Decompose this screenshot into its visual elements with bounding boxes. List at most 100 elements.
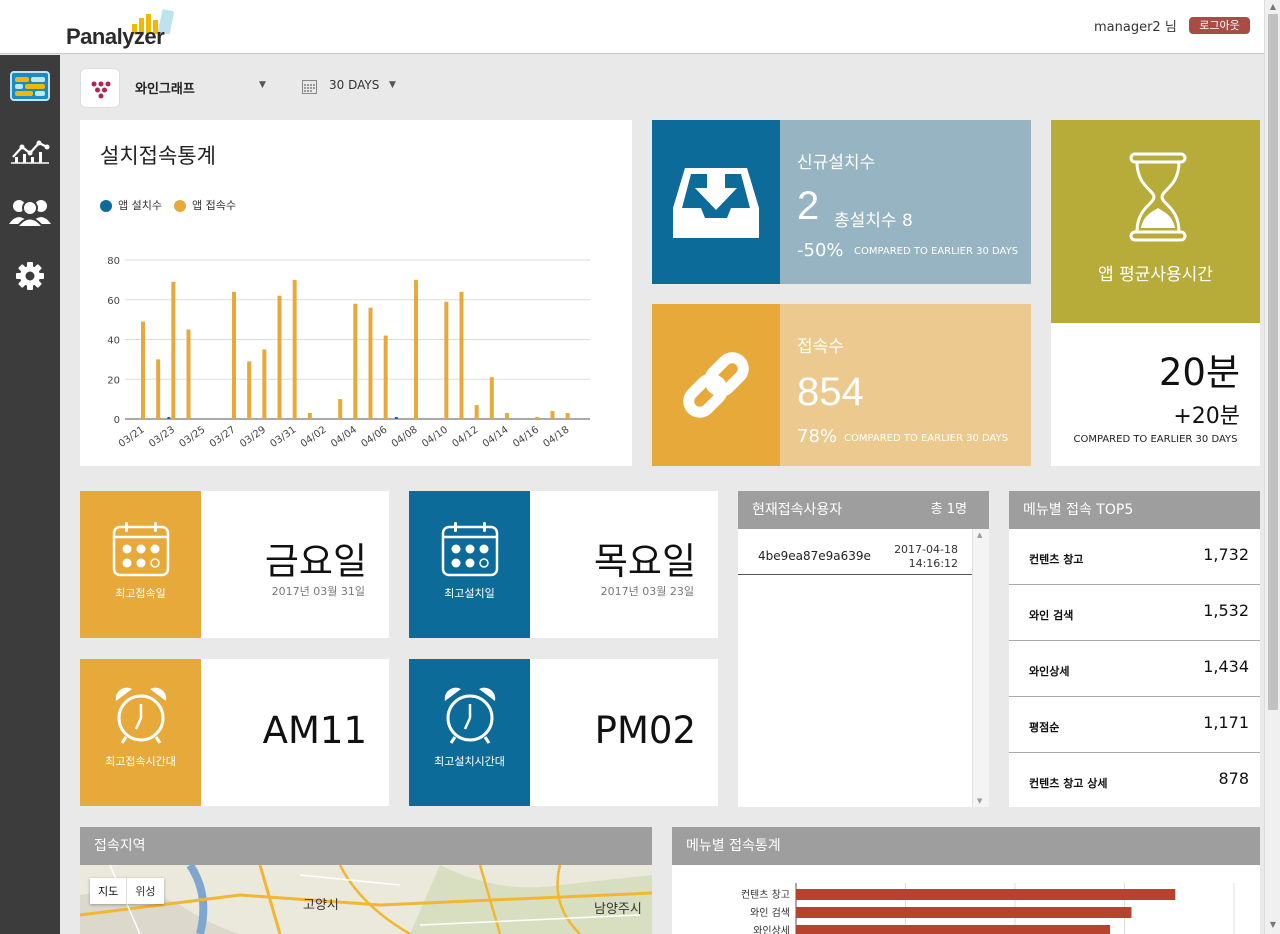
chart-icon	[11, 140, 50, 164]
menu-count: 1,532	[1203, 601, 1249, 620]
menu-count: 878	[1218, 769, 1249, 788]
scroll-down-icon[interactable]: ▼	[977, 797, 982, 805]
chart-bar	[167, 417, 171, 419]
date-range-select[interactable]: 30 DAYS	[329, 78, 379, 92]
user-id: 4be9ea87e9a639e	[758, 549, 871, 563]
app-select-arrow-icon[interactable]: ▼	[259, 80, 266, 90]
best-install-day-value: 목요일	[593, 540, 696, 583]
panalyzer-logo[interactable]: Panalyzer	[66, 6, 186, 49]
sidebar-item-dashboard[interactable]	[0, 55, 60, 117]
chart-bar	[247, 361, 252, 419]
best-visit-day-label: 최고접속일	[115, 587, 166, 600]
map-type-toggle: 지도 위성	[90, 878, 164, 904]
chart-bar	[368, 307, 373, 419]
new-installs-icon-box	[652, 120, 780, 284]
gear-icon	[16, 262, 44, 290]
best-install-day-icon-box: 최고설치일	[409, 491, 530, 638]
scroll-down-icon[interactable]: ▼	[1268, 920, 1278, 930]
sidebar-item-users[interactable]	[0, 181, 60, 243]
chart-bar	[505, 413, 509, 419]
best-install-hour-value: PM02	[594, 709, 696, 752]
best-install-day-date: 2017년 03월 23일	[600, 585, 694, 598]
chart-bar	[171, 281, 176, 419]
avg-usage-time-title: 앱 평균사용시간	[1098, 265, 1213, 285]
app-select[interactable]: 와인그래프	[135, 78, 195, 97]
x-tick-label: 04/04	[329, 424, 359, 450]
map-tab-map[interactable]: 지도	[90, 878, 128, 904]
calendar-dots-icon	[441, 522, 499, 577]
chart-bar	[307, 413, 312, 419]
visits-pct: 78%	[797, 426, 838, 447]
menu-count: 1,732	[1203, 545, 1249, 564]
table-row[interactable]: 4be9ea87e9a639e 2017-04-18 14:16:12	[738, 529, 972, 575]
alarm-clock-icon	[115, 687, 167, 744]
logout-button[interactable]: 로그아웃	[1189, 17, 1250, 34]
list-item[interactable]: 평점순 1,171	[1009, 697, 1260, 753]
x-tick-label: 03/23	[147, 424, 177, 450]
access-region-panel: 접속지역 지도 위성 고양시 남양주시	[80, 827, 652, 934]
best-visit-day-card: 최고접속일 금요일 2017년 03월 31일	[80, 491, 389, 638]
chart-bar	[459, 291, 464, 419]
total-installs: 총설치수 8	[834, 211, 913, 231]
menu-top5-panel: 메뉴별 접속 TOP5 컨텐츠 창고 1,732 와인 검색 1,532 와인상…	[1009, 491, 1260, 807]
x-tick-label: 04/12	[450, 424, 480, 450]
y-tick-label: 80	[107, 256, 120, 267]
best-visit-hour-icon-box: 최고접속시간대	[80, 659, 201, 806]
visits-value: 854	[797, 370, 864, 414]
download-tray-icon	[673, 168, 759, 238]
list-item[interactable]: 와인상세 1,434	[1009, 641, 1260, 697]
chart-bar	[535, 417, 540, 419]
app-icon[interactable]	[80, 68, 120, 108]
install-visit-bar-chart: 02040608003/21 03/23 03/25 03/27 03/29 03/31 0…	[107, 256, 590, 450]
list-item[interactable]: 와인 검색 1,532	[1009, 585, 1260, 641]
visits-info: 접속수 854 78% COMPARED TO EARLIER 30 DAYS	[780, 304, 1031, 466]
new-installs-title: 신규설치수	[797, 153, 876, 173]
chart-bar	[232, 291, 236, 419]
new-installs-value: 2	[797, 184, 820, 228]
menu-bar-label: 컨텐츠 창고	[741, 889, 790, 901]
scroll-up-icon[interactable]: ▲	[977, 531, 982, 539]
x-tick-label: 04/06	[359, 424, 389, 450]
date-range-arrow-icon[interactable]: ▼	[389, 80, 396, 90]
chart-bar	[186, 329, 191, 419]
list-item[interactable]: 컨텐츠 창고 1,732	[1009, 529, 1260, 585]
x-tick-label: 04/18	[541, 424, 571, 450]
region-map[interactable]: 지도 위성 고양시 남양주시	[80, 865, 652, 934]
x-tick-label: 04/10	[420, 424, 450, 450]
sidebar	[0, 55, 60, 934]
chart-bar	[338, 399, 343, 419]
y-tick-label: 40	[107, 336, 120, 347]
page-scrollbar[interactable]: ▲ ▼	[1264, 0, 1280, 934]
best-visit-day-date: 2017년 03월 31일	[271, 585, 365, 598]
user-name: manager2 님	[1094, 20, 1177, 35]
sidebar-item-settings[interactable]	[0, 245, 60, 307]
current-users-count: 총 1명	[930, 502, 967, 517]
menu-bar	[796, 925, 1111, 934]
menu-bar-label: 와인 검색	[750, 907, 790, 919]
user-access-clock: 14:16:12	[908, 557, 958, 570]
calendar-icon[interactable]	[302, 79, 317, 94]
avg-usage-time-compare: COMPARED TO EARLIER 30 DAYS	[1073, 434, 1238, 445]
y-tick-label: 0	[114, 415, 120, 426]
menu-name: 와인 검색	[1029, 609, 1074, 622]
chart-bar	[565, 413, 570, 419]
chart-bar	[444, 301, 449, 419]
visits-title: 접속수	[797, 337, 844, 357]
current-users-scrollbar[interactable]: ▲ ▼	[972, 529, 989, 807]
x-tick-label: 03/25	[177, 424, 207, 450]
best-visit-hour-value: AM11	[262, 709, 367, 752]
new-installs-card: 신규설치수 2 총설치수 8 -50% COMPARED TO EARLIER …	[652, 120, 1031, 284]
x-tick-label: 04/08	[390, 424, 420, 450]
menu-stats-title: 메뉴별 접속통계	[672, 827, 1260, 865]
chart-bar	[550, 411, 555, 419]
new-installs-pct: -50%	[797, 240, 844, 261]
best-install-hour-icon-box: 최고설치시간대	[409, 659, 530, 806]
chart-bar	[383, 335, 388, 419]
map-tab-satellite[interactable]: 위성	[127, 878, 163, 904]
scroll-thumb[interactable]	[1268, 14, 1278, 710]
scroll-up-icon[interactable]: ▲	[1268, 2, 1278, 12]
best-install-hour-card: 최고설치시간대 PM02	[409, 659, 718, 806]
sidebar-item-stats[interactable]	[0, 119, 60, 181]
list-item[interactable]: 컨텐츠 창고 상세 878	[1009, 753, 1260, 809]
new-installs-info: 신규설치수 2 총설치수 8 -50% COMPARED TO EARLIER …	[780, 120, 1031, 284]
